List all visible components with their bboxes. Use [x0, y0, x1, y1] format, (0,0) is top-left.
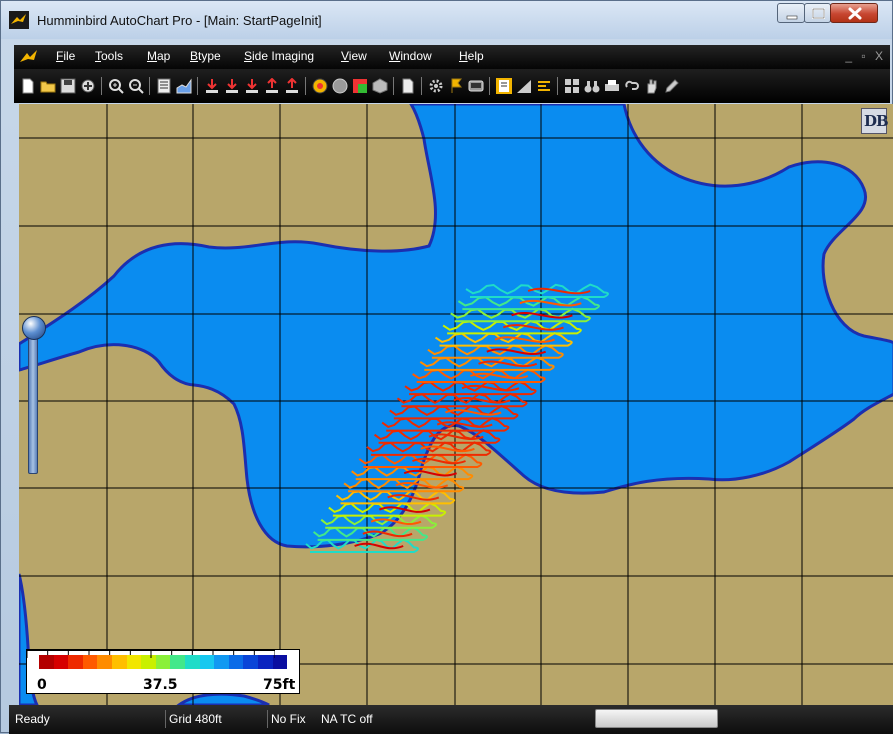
minimize-button[interactable]	[777, 3, 805, 23]
menu-bar: File Tools Map Btype Side Imaging View W…	[14, 45, 890, 69]
status-separator	[267, 710, 268, 728]
3d-view-icon[interactable]	[372, 78, 388, 94]
mdi-window-controls[interactable]: _ ▫ X	[845, 49, 886, 63]
status-fix: No Fix	[271, 712, 306, 726]
toolbar-separator	[101, 77, 102, 95]
grid-view-icon[interactable]	[564, 78, 580, 94]
close-icon	[848, 7, 862, 20]
zoom-in-icon[interactable]	[108, 78, 124, 94]
print-icon[interactable]	[604, 78, 620, 94]
toolbar-separator	[197, 77, 198, 95]
status-ready: Ready	[15, 712, 50, 726]
settings-gear-icon[interactable]	[428, 78, 444, 94]
status-bar: Ready Grid 480ft No Fix NA TC off	[9, 705, 893, 734]
app-window: Humminbird AutoChart Pro - [Main: StartP…	[0, 0, 893, 734]
depth-legend: 0 37.5 75ft	[26, 649, 300, 694]
upload-chart-icon[interactable]	[284, 78, 300, 94]
legend-min-label: 0	[37, 677, 47, 693]
chart-profile-icon[interactable]	[176, 78, 192, 94]
notes-icon-active[interactable]	[496, 78, 512, 94]
menu-btype[interactable]: Btype	[190, 49, 221, 63]
status-grid: Grid 480ft	[169, 712, 222, 726]
list-icon[interactable]	[156, 78, 172, 94]
legend-mid-label: 37.5	[143, 677, 178, 693]
side-image-icon[interactable]	[536, 78, 552, 94]
title-bar[interactable]: Humminbird AutoChart Pro - [Main: StartP…	[1, 1, 892, 39]
map-drawing[interactable]	[19, 104, 893, 705]
page-icon[interactable]	[400, 78, 416, 94]
toolbar	[14, 69, 890, 103]
save-icon[interactable]	[60, 78, 76, 94]
import-icon[interactable]	[80, 78, 96, 94]
menu-file[interactable]: File	[56, 49, 75, 63]
link-icon[interactable]	[624, 78, 640, 94]
depth-shading-icon[interactable]	[312, 78, 328, 94]
menu-side-imaging[interactable]: Side Imaging	[244, 49, 314, 63]
db-badge-label: DB	[864, 112, 889, 130]
contour-icon[interactable]	[332, 78, 348, 94]
zoom-out-icon[interactable]	[128, 78, 144, 94]
toolbar-separator	[149, 77, 150, 95]
hand-pan-icon[interactable]	[644, 78, 660, 94]
depth-profile-icon[interactable]	[516, 78, 532, 94]
db-badge-button[interactable]: DB	[861, 108, 889, 134]
map-canvas[interactable]: DB 0 37.5 75ft	[19, 104, 893, 705]
new-file-icon[interactable]	[20, 78, 36, 94]
maximize-icon	[812, 8, 825, 19]
open-folder-icon[interactable]	[40, 78, 56, 94]
close-window-button[interactable]	[830, 3, 878, 23]
download-routes-icon[interactable]	[224, 78, 240, 94]
menu-map[interactable]: Map	[147, 49, 170, 63]
status-scroll-thumb[interactable]	[595, 709, 718, 728]
binoculars-icon[interactable]	[584, 78, 600, 94]
menu-view[interactable]: View	[341, 49, 367, 63]
zoom-slider-knob[interactable]	[22, 316, 46, 340]
zoom-slider-track[interactable]	[28, 334, 38, 474]
menu-window[interactable]: Window	[389, 49, 432, 63]
download-waypoints-icon[interactable]	[204, 78, 220, 94]
toolbar-separator	[421, 77, 422, 95]
palette-icon[interactable]	[352, 78, 368, 94]
minimize-icon	[786, 15, 798, 20]
waypoint-flag-icon[interactable]	[448, 78, 464, 94]
mdi-child-icon[interactable]	[18, 47, 40, 67]
sonar-device-icon[interactable]	[468, 78, 484, 94]
menu-help[interactable]: Help	[459, 49, 484, 63]
toolbar-separator	[489, 77, 490, 95]
status-na-tc: NA TC off	[321, 712, 373, 726]
zoom-slider[interactable]	[22, 316, 46, 482]
pencil-edit-icon[interactable]	[664, 78, 680, 94]
toolbar-separator	[305, 77, 306, 95]
toolbar-separator	[557, 77, 558, 95]
legend-max-label: 75ft	[263, 677, 296, 693]
window-title: Humminbird AutoChart Pro - [Main: StartP…	[37, 13, 322, 28]
upload-icon[interactable]	[264, 78, 280, 94]
download-tracks-icon[interactable]	[244, 78, 260, 94]
app-bird-icon	[9, 11, 29, 29]
toolbar-separator	[393, 77, 394, 95]
maximize-button[interactable]	[804, 3, 831, 23]
status-separator	[165, 710, 166, 728]
depth-scale-ticks	[27, 650, 275, 658]
menu-tools[interactable]: Tools	[95, 49, 123, 63]
